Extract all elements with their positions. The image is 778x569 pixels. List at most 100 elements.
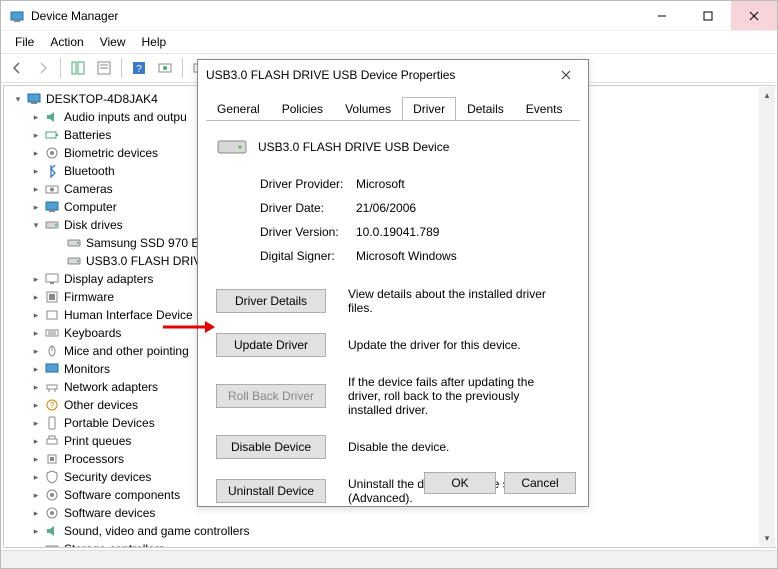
- scroll-up-icon[interactable]: ▴: [759, 87, 775, 103]
- sw-icon: [44, 487, 60, 503]
- hid-icon: [44, 307, 60, 323]
- expand-icon[interactable]: ▸: [30, 111, 42, 123]
- cancel-button[interactable]: Cancel: [504, 472, 576, 494]
- tree-item-label: Storage controllers: [64, 540, 165, 548]
- disk-icon: [66, 235, 82, 251]
- menubar: File Action View Help: [1, 31, 777, 53]
- statusbar: [1, 550, 777, 568]
- expand-icon[interactable]: ▸: [30, 507, 42, 519]
- sw-icon: [44, 505, 60, 521]
- expand-icon[interactable]: ▸: [30, 309, 42, 321]
- tree-item[interactable]: ▸ Storage controllers: [30, 540, 774, 548]
- tree-item-label: Monitors: [64, 360, 110, 378]
- disk-icon: [44, 217, 60, 233]
- rollback-driver-button[interactable]: Roll Back Driver: [216, 384, 326, 408]
- portable-icon: [44, 415, 60, 431]
- expand-icon[interactable]: ▸: [30, 129, 42, 141]
- expand-icon[interactable]: ▸: [30, 525, 42, 537]
- keyboard-icon: [44, 325, 60, 341]
- help-button[interactable]: ?: [127, 57, 151, 79]
- scan-button[interactable]: [153, 57, 177, 79]
- update-driver-button[interactable]: Update Driver: [216, 333, 326, 357]
- camera-icon: [44, 181, 60, 197]
- dialog-titlebar: USB3.0 FLASH DRIVE USB Device Properties: [198, 60, 588, 90]
- tree-item-label: Samsung SSD 970 EV: [86, 234, 207, 252]
- monitor-icon: [44, 361, 60, 377]
- disable-device-button[interactable]: Disable Device: [216, 435, 326, 459]
- expand-icon[interactable]: ▸: [30, 345, 42, 357]
- security-icon: [44, 469, 60, 485]
- expand-icon[interactable]: ▸: [30, 201, 42, 213]
- close-button[interactable]: [731, 1, 777, 30]
- tree-item-label: Portable Devices: [64, 414, 155, 432]
- menu-view[interactable]: View: [92, 33, 134, 51]
- dialog-close-button[interactable]: [552, 61, 580, 89]
- signer-value: Microsoft Windows: [356, 249, 457, 263]
- expand-icon[interactable]: ▸: [30, 399, 42, 411]
- back-button[interactable]: [5, 57, 29, 79]
- expand-icon[interactable]: ▸: [30, 147, 42, 159]
- disable-device-desc: Disable the device.: [348, 440, 449, 454]
- maximize-button[interactable]: [685, 1, 731, 30]
- tab-events[interactable]: Events: [515, 97, 574, 121]
- expand-icon[interactable]: ▸: [30, 435, 42, 447]
- collapse-icon[interactable]: ▾: [12, 93, 24, 105]
- bluetooth-icon: [44, 163, 60, 179]
- tab-driver[interactable]: Driver: [402, 97, 456, 121]
- tree-item-label: Disk drives: [64, 216, 123, 234]
- tree-item[interactable]: ▸Sound, video and game controllers: [30, 522, 774, 540]
- menu-action[interactable]: Action: [42, 33, 91, 51]
- display-icon: [44, 271, 60, 287]
- tree-item-label: Computer: [64, 198, 117, 216]
- menu-help[interactable]: Help: [134, 33, 175, 51]
- driver-details-button[interactable]: Driver Details: [216, 289, 326, 313]
- scroll-down-icon[interactable]: ▾: [759, 530, 775, 546]
- expand-icon[interactable]: ▸: [30, 273, 42, 285]
- expand-icon[interactable]: ▸: [30, 291, 42, 303]
- menu-file[interactable]: File: [7, 33, 42, 51]
- expand-icon[interactable]: ▸: [30, 327, 42, 339]
- expand-icon[interactable]: ▸: [30, 381, 42, 393]
- ok-button[interactable]: OK: [424, 472, 496, 494]
- expand-icon[interactable]: ▸: [30, 183, 42, 195]
- expand-icon[interactable]: ▸: [30, 165, 42, 177]
- expand-icon[interactable]: ▸: [30, 489, 42, 501]
- provider-value: Microsoft: [356, 177, 405, 191]
- minimize-button[interactable]: [639, 1, 685, 30]
- tab-details[interactable]: Details: [456, 97, 515, 121]
- firmware-icon: [44, 289, 60, 305]
- svg-text:?: ?: [50, 401, 55, 410]
- tab-volumes[interactable]: Volumes: [334, 97, 402, 121]
- tree-item-label: Audio inputs and outpu: [64, 108, 187, 126]
- tab-policies[interactable]: Policies: [271, 97, 334, 121]
- print-icon: [44, 433, 60, 449]
- show-hide-tree-button[interactable]: [66, 57, 90, 79]
- computer-icon: [44, 199, 60, 215]
- tab-general[interactable]: General: [206, 97, 271, 121]
- disk-icon: [66, 253, 82, 269]
- expand-icon[interactable]: ▸: [30, 471, 42, 483]
- driver-info: Driver Provider:Microsoft Driver Date:21…: [260, 177, 570, 263]
- provider-label: Driver Provider:: [260, 177, 356, 191]
- tree-item-label: Software devices: [64, 504, 155, 522]
- titlebar: Device Manager: [1, 1, 777, 31]
- tree-item-label: Mice and other pointing: [64, 342, 189, 360]
- dialog-title: USB3.0 FLASH DRIVE USB Device Properties: [206, 68, 455, 82]
- biometric-icon: [44, 145, 60, 161]
- date-label: Driver Date:: [260, 201, 356, 215]
- cpu-icon: [44, 451, 60, 467]
- expand-icon[interactable]: ▸: [30, 543, 42, 548]
- mouse-icon: [44, 343, 60, 359]
- device-manager-window: Device Manager File Action View Help ?: [0, 0, 778, 569]
- expand-icon[interactable]: ▸: [30, 453, 42, 465]
- forward-button[interactable]: [31, 57, 55, 79]
- uninstall-device-button[interactable]: Uninstall Device: [216, 479, 326, 503]
- expand-icon[interactable]: ▸: [30, 363, 42, 375]
- properties-button[interactable]: [92, 57, 116, 79]
- vertical-scrollbar[interactable]: ▴ ▾: [759, 87, 775, 546]
- computer-icon: [26, 91, 42, 107]
- update-driver-desc: Update the driver for this device.: [348, 338, 521, 352]
- tree-item-label: Keyboards: [64, 324, 121, 342]
- expand-icon[interactable]: ▾: [30, 219, 42, 231]
- expand-icon[interactable]: ▸: [30, 417, 42, 429]
